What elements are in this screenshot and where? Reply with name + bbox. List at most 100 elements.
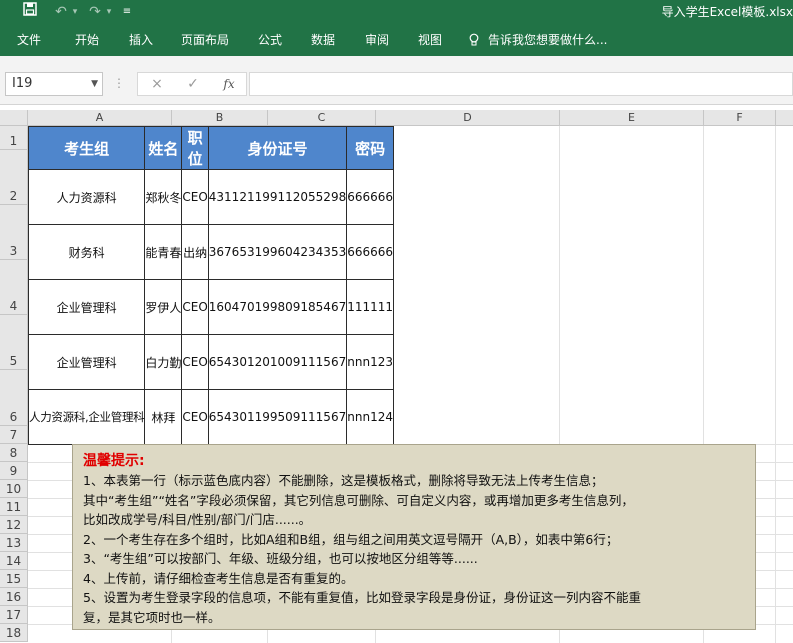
table-cell[interactable]: 654301201009111567: [207, 334, 348, 390]
row-header-7[interactable]: 7: [0, 426, 28, 444]
row-header-3[interactable]: 3: [0, 205, 28, 260]
tab-formulas[interactable]: 公式: [258, 24, 282, 56]
table-cell[interactable]: 罗伊人: [144, 279, 183, 335]
name-box-value: I19: [12, 76, 33, 91]
column-header-b[interactable]: B: [172, 110, 268, 126]
tip-line: 比如改成学号/科目/性别/部门/门店......。: [83, 512, 312, 527]
row-header-12[interactable]: 12: [0, 516, 28, 534]
table-cell[interactable]: 财务科: [27, 224, 146, 280]
row-header-16[interactable]: 16: [0, 588, 28, 606]
table-cell[interactable]: 666666: [346, 224, 395, 280]
table-row: 企业管理科 白力勤 CEO 654301201009111567 nnn123: [27, 334, 395, 390]
table-row: 人力资源科 郑秋冬 CEO 431121199112055298 666666: [27, 169, 395, 225]
table-cell[interactable]: 能青春: [144, 224, 183, 280]
table-row: 财务科 能青春 出纳 367653199604234353 666666: [27, 224, 395, 280]
dropdown-arrow-icon[interactable]: ▾: [104, 0, 114, 24]
table-cell[interactable]: CEO: [181, 169, 209, 225]
table-cell[interactable]: 431121199112055298: [207, 169, 348, 225]
tell-me-search[interactable]: 告诉我您想要做什么...: [488, 24, 607, 56]
header-cell[interactable]: 职位: [181, 126, 209, 170]
table-cell[interactable]: 654301199509111567: [207, 389, 348, 445]
column-header-d[interactable]: D: [376, 110, 560, 126]
tip-line: 2、一个考生存在多个组时，比如A组和B组，组与组之间用英文逗号隔开（A,B），如…: [83, 531, 619, 547]
title-bar: ↶ ▾ ↷ ▾ ≡ 导入学生Excel模板.xlsx: [0, 0, 793, 24]
tip-line: 5、设置为考生登录字段的信息项，不能有重复值，比如登录字段是身份证，身份证这一列…: [83, 590, 641, 605]
row-header-15[interactable]: 15: [0, 570, 28, 588]
ribbon-tabs: 文件 开始 插入 页面布局 公式 数据 审阅 视图 告诉我您想要做什么...: [0, 24, 793, 56]
customize-quick-access-icon[interactable]: ≡: [120, 0, 134, 24]
row-header-9[interactable]: 9: [0, 462, 28, 480]
table-cell[interactable]: CEO: [181, 389, 209, 445]
tab-data[interactable]: 数据: [311, 24, 335, 56]
column-header-c[interactable]: C: [268, 110, 376, 126]
insert-function-icon[interactable]: fx: [214, 73, 244, 95]
row-header-4[interactable]: 4: [0, 260, 28, 315]
table-cell[interactable]: nnn124: [346, 389, 395, 445]
header-cell[interactable]: 考生组: [27, 126, 146, 170]
chevron-down-icon[interactable]: ▼: [91, 73, 98, 95]
header-cell[interactable]: 密码: [346, 126, 395, 170]
undo-icon[interactable]: ↶: [50, 0, 72, 24]
tab-insert[interactable]: 插入: [129, 24, 153, 56]
table-cell[interactable]: CEO: [181, 334, 209, 390]
table-cell[interactable]: 出纳: [181, 224, 209, 280]
tip-line: 其中“考生组”“姓名”字段必须保留，其它列信息可删除、可自定义内容，或再增加更多…: [83, 492, 634, 508]
table-row: 企业管理科 罗伊人 CEO 160470199809185467 111111: [27, 279, 395, 335]
table-cell[interactable]: 郑秋冬: [144, 169, 183, 225]
table-cell[interactable]: CEO: [181, 279, 209, 335]
dropdown-arrow-icon[interactable]: ▾: [70, 0, 80, 24]
column-header-f[interactable]: F: [704, 110, 776, 126]
row-header-13[interactable]: 13: [0, 534, 28, 552]
tip-line: 复，是其它项时也一样。: [83, 609, 221, 625]
table-cell[interactable]: 人力资源科: [27, 169, 146, 225]
table-cell[interactable]: 367653199604234353: [207, 224, 348, 280]
row-header-8[interactable]: 8: [0, 444, 28, 462]
table-cell[interactable]: 林拜: [144, 389, 183, 445]
lightbulb-icon: [469, 24, 479, 56]
name-box[interactable]: I19 ▼: [5, 72, 103, 96]
row-header-17[interactable]: 17: [0, 606, 28, 624]
column-header-e[interactable]: E: [560, 110, 704, 126]
row-header-14[interactable]: 14: [0, 552, 28, 570]
column-header-partial[interactable]: [776, 110, 793, 126]
save-icon[interactable]: [20, 0, 40, 24]
table-cell[interactable]: nnn123: [346, 334, 395, 390]
tab-review[interactable]: 审阅: [365, 24, 389, 56]
table-cell[interactable]: 160470199809185467: [207, 279, 348, 335]
tip-line: 3、“考生组”可以按部门、年级、班级分组，也可以按地区分组等等......: [83, 551, 478, 566]
drag-handle-icon[interactable]: ⋮: [113, 76, 125, 90]
column-header-a[interactable]: A: [28, 110, 172, 126]
tips-textbox[interactable]: 温馨提示: 1、本表第一行（标示蓝色底内容）不能删除，这是模板格式，删除将导致无…: [72, 444, 756, 630]
enter-check-icon[interactable]: ✓: [178, 73, 208, 95]
redo-icon[interactable]: ↷: [84, 0, 106, 24]
table-cell[interactable]: 人力资源科,企业管理科: [27, 389, 146, 445]
tab-home[interactable]: 开始: [75, 24, 99, 56]
row-header-1[interactable]: 1: [0, 126, 28, 150]
student-table: 考生组 姓名 职位 身份证号 密码 人力资源科 郑秋冬 CEO 43112119…: [27, 126, 395, 445]
table-cell[interactable]: 企业管理科: [27, 279, 146, 335]
tip-line: 4、上传前，请仔细检查考生信息是否有重复的。: [83, 570, 354, 586]
table-cell[interactable]: 白力勤: [144, 334, 183, 390]
table-cell[interactable]: 111111: [346, 279, 395, 335]
tip-line: 1、本表第一行（标示蓝色底内容）不能删除，这是模板格式，删除将导致无法上传考生信…: [83, 473, 604, 488]
row-header-11[interactable]: 11: [0, 498, 28, 516]
table-row: 人力资源科,企业管理科 林拜 CEO 654301199509111567 nn…: [27, 389, 395, 445]
tab-file[interactable]: 文件: [17, 24, 41, 56]
table-cell[interactable]: 666666: [346, 169, 395, 225]
row-header-10[interactable]: 10: [0, 480, 28, 498]
row-header-5[interactable]: 5: [0, 315, 28, 370]
row-header-6[interactable]: 6: [0, 370, 28, 426]
cancel-icon[interactable]: ×: [142, 73, 172, 95]
header-cell[interactable]: 身份证号: [207, 126, 348, 170]
tab-page-layout[interactable]: 页面布局: [181, 24, 229, 56]
table-cell[interactable]: 企业管理科: [27, 334, 146, 390]
select-all-corner[interactable]: [0, 110, 28, 126]
formula-input[interactable]: [249, 72, 793, 96]
header-cell[interactable]: 姓名: [144, 126, 183, 170]
row-header-2[interactable]: 2: [0, 150, 28, 205]
row-header-18[interactable]: 18: [0, 624, 28, 642]
formula-buttons: × ✓ fx: [137, 72, 247, 96]
tab-view[interactable]: 视图: [418, 24, 442, 56]
tips-title: 温馨提示:: [83, 453, 145, 469]
table-header-row: 考生组 姓名 职位 身份证号 密码: [27, 126, 395, 170]
